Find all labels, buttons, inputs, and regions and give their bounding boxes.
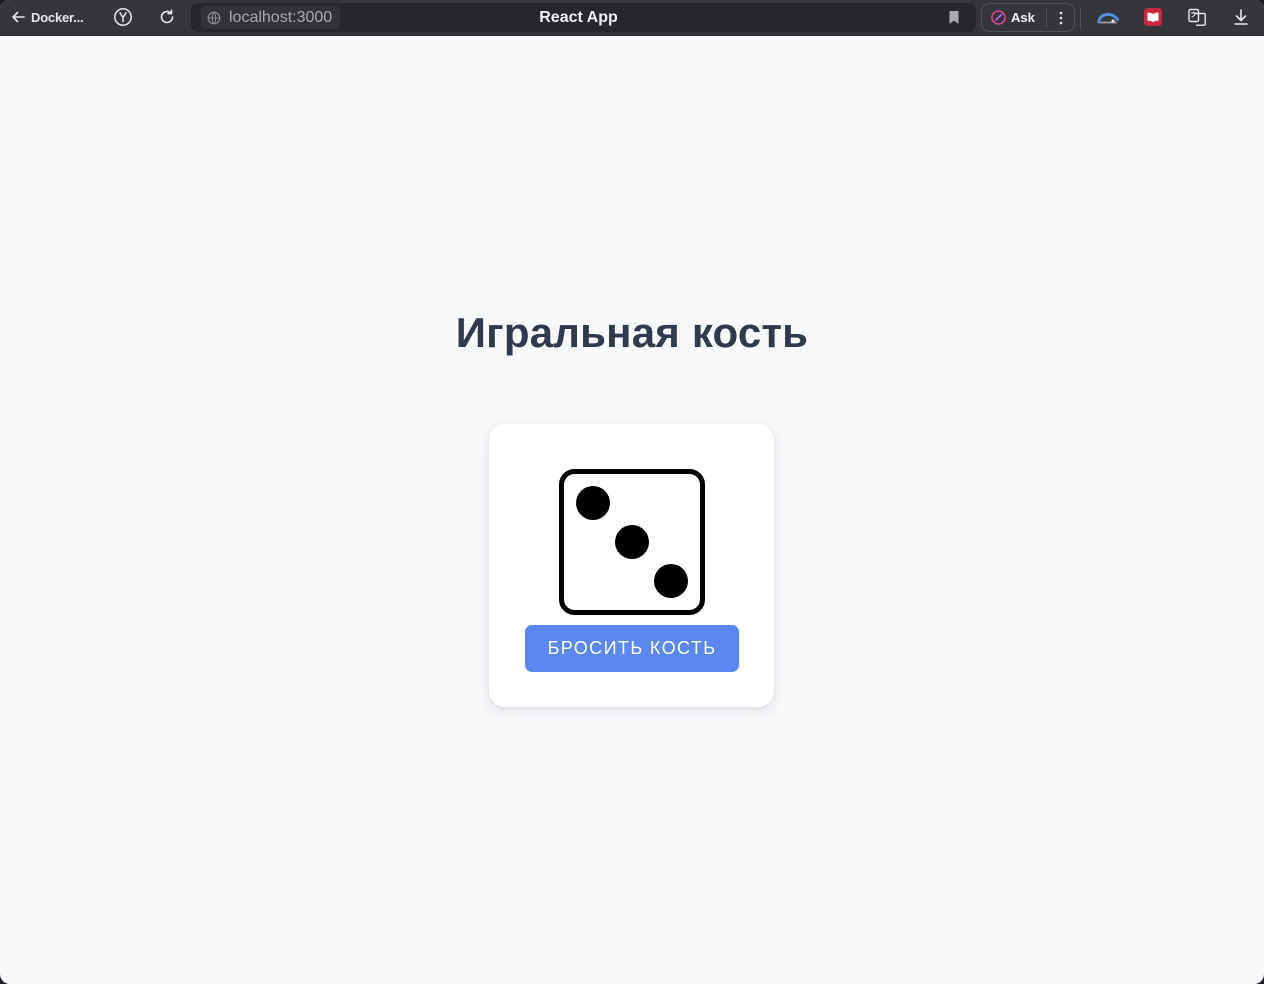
translate-icon [1188, 8, 1206, 26]
address-url-chip[interactable]: localhost:3000 [201, 6, 341, 29]
cloud-extension-button[interactable] [1096, 0, 1120, 34]
browser-toolbar: Docker... localhost:3000 React App Ask [0, 0, 1264, 36]
dice-pip [654, 564, 688, 598]
address-url-text: localhost:3000 [229, 8, 333, 26]
ask-assistant-group: Ask [981, 3, 1075, 32]
dice-pip [615, 525, 649, 559]
globe-icon [207, 11, 221, 24]
reload-icon [160, 9, 174, 24]
more-button[interactable] [1047, 11, 1074, 25]
yandex-button[interactable] [112, 0, 134, 34]
download-button[interactable] [1229, 0, 1253, 34]
dice-card: БРОСИТЬ КОСТЬ [489, 424, 774, 707]
dice-pip [576, 486, 610, 520]
yandex-icon [114, 8, 132, 26]
ask-button-label: Ask [1011, 10, 1035, 25]
translate-button[interactable] [1185, 0, 1209, 34]
roll-dice-button[interactable]: БРОСИТЬ КОСТЬ [525, 625, 739, 672]
more-vertical-icon [1059, 11, 1062, 24]
ai-assistant-icon [991, 10, 1006, 25]
reader-extension-button[interactable] [1141, 0, 1165, 34]
back-button[interactable]: Docker... [10, 0, 98, 34]
address-bar[interactable]: localhost:3000 React App [191, 3, 976, 32]
toolbar-divider [1080, 8, 1081, 28]
reload-button[interactable] [156, 0, 178, 34]
reader-extension-icon [1144, 8, 1162, 26]
arrow-left-icon [12, 11, 25, 23]
back-button-label: Docker... [31, 9, 84, 25]
download-icon [1234, 9, 1248, 25]
ask-button[interactable]: Ask [982, 9, 1046, 26]
browser-window: Docker... localhost:3000 React App Ask И… [0, 0, 1264, 984]
dice-face-icon [559, 469, 705, 615]
page-title: Игральная кость [455, 309, 809, 356]
cloud-extension-icon [1097, 12, 1119, 24]
bookmark-icon[interactable] [948, 10, 960, 25]
